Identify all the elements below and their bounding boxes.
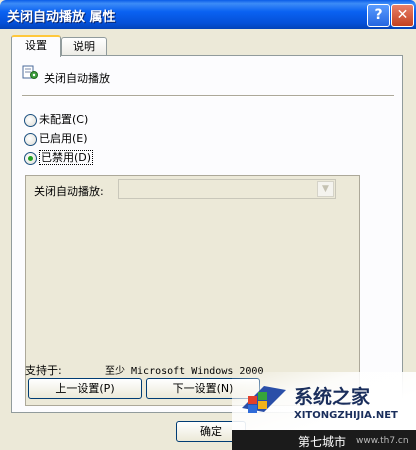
- divider: [22, 95, 394, 97]
- watermark-url: XITONGZHIJIA.NET: [294, 410, 398, 421]
- radio-accel: (D): [74, 151, 92, 164]
- watermark-logo: 系统之家 XITONGZHIJIA.NET 第七城市 www.th7.cn: [232, 372, 416, 450]
- chevron-down-icon[interactable]: ▼: [317, 181, 334, 197]
- radio-accel: (E): [72, 132, 88, 145]
- settings-panel: 关闭自动播放 未配置(C) 已启用(E) 已禁用(D) 关闭自动播放: ▼ 支持…: [11, 55, 403, 413]
- policy-title: 关闭自动播放: [44, 72, 110, 85]
- radio-circle-selected[interactable]: [24, 151, 37, 165]
- watermark-band-url: www.th7.cn: [356, 436, 409, 446]
- watermark-band-text: 第七城市: [298, 435, 347, 449]
- autoplay-select[interactable]: ▼: [118, 179, 336, 199]
- radio-accel: (C): [72, 113, 89, 126]
- title-bar[interactable]: 关闭自动播放 属性 ? ✕: [0, 0, 416, 29]
- tab-explain[interactable]: 说明: [61, 37, 107, 56]
- option-label: 关闭自动播放:: [34, 185, 104, 198]
- radio-circle[interactable]: [24, 113, 37, 127]
- close-button[interactable]: ✕: [391, 4, 414, 27]
- radio-label: 已启用: [39, 132, 72, 145]
- radio-circle[interactable]: [24, 132, 37, 146]
- watermark-name: 系统之家: [294, 386, 371, 408]
- window-title: 关闭自动播放 属性: [7, 10, 116, 25]
- previous-setting-button[interactable]: 上一设置(P): [28, 378, 142, 399]
- radio-disabled[interactable]: 已禁用(D): [24, 150, 94, 166]
- tab-settings[interactable]: 设置: [11, 35, 61, 57]
- watermark-windows-icon: [242, 386, 286, 413]
- support-label: 支持于:: [25, 364, 62, 377]
- help-button[interactable]: ?: [367, 4, 390, 27]
- radio-label: 未配置: [39, 113, 72, 126]
- focus-rect: 已禁用(D): [39, 150, 94, 165]
- radio-label: 已禁用: [41, 151, 74, 164]
- radio-enabled[interactable]: 已启用(E): [24, 131, 88, 147]
- radio-not-configured[interactable]: 未配置(C): [24, 112, 88, 128]
- policy-settings-icon: [22, 65, 38, 79]
